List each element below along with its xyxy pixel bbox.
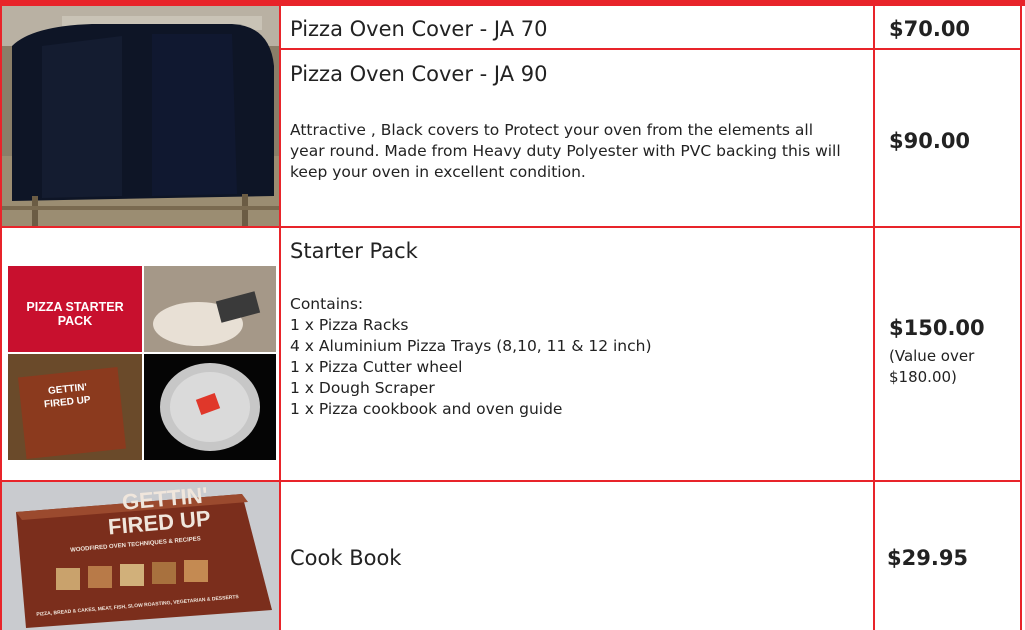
contains-label: Contains: <box>290 295 364 313</box>
product-price-ja70: $70.00 <box>889 17 971 41</box>
list-item: 1 x Pizza Cutter wheel <box>290 358 463 376</box>
starter-pack-image: PIZZA STARTER PACK GETTIN' FIRED UP <box>8 266 276 460</box>
product-price-ja90: $90.00 <box>889 129 971 153</box>
row-divider-2 <box>0 226 1022 228</box>
product-title-ja70: Pizza Oven Cover - JA 70 <box>290 17 548 41</box>
price-note-line: $180.00) <box>889 368 957 386</box>
list-item: 4 x Aluminium Pizza Trays (8,10, 11 & 12… <box>290 337 652 355</box>
product-description-ja90: Attractive , Black covers to Protect you… <box>290 121 841 181</box>
col-divider-right <box>1020 0 1022 630</box>
col-divider-1 <box>279 0 281 630</box>
cookbook-image: GETTIN' FIRED UP WOODFIRED OVEN TECHNIQU… <box>2 482 279 630</box>
product-price-cook-book: $29.95 <box>887 546 969 570</box>
oven-cover-image <box>2 6 279 226</box>
product-title-starter-pack: Starter Pack <box>290 239 418 263</box>
product-price-starter-pack: $150.00 <box>889 316 985 340</box>
list-item: 1 x Dough Scraper <box>290 379 435 397</box>
row-divider-1 <box>281 48 1022 50</box>
starter-pack-contents: Contains: 1 x Pizza Racks 4 x Aluminium … <box>290 294 860 420</box>
starter-pack-image-label: PIZZA STARTER PACK <box>26 300 124 328</box>
col-divider-2 <box>873 0 875 630</box>
price-note: (Value over $180.00) <box>889 346 974 388</box>
list-item: 1 x Pizza cookbook and oven guide <box>290 400 563 418</box>
price-note-line: (Value over <box>889 347 975 365</box>
col-divider-left <box>0 0 2 630</box>
row-divider-3 <box>0 480 1022 482</box>
product-title-ja90: Pizza Oven Cover - JA 90 <box>290 62 548 86</box>
product-title-cook-book: Cook Book <box>290 546 402 570</box>
list-item: 1 x Pizza Racks <box>290 316 409 334</box>
